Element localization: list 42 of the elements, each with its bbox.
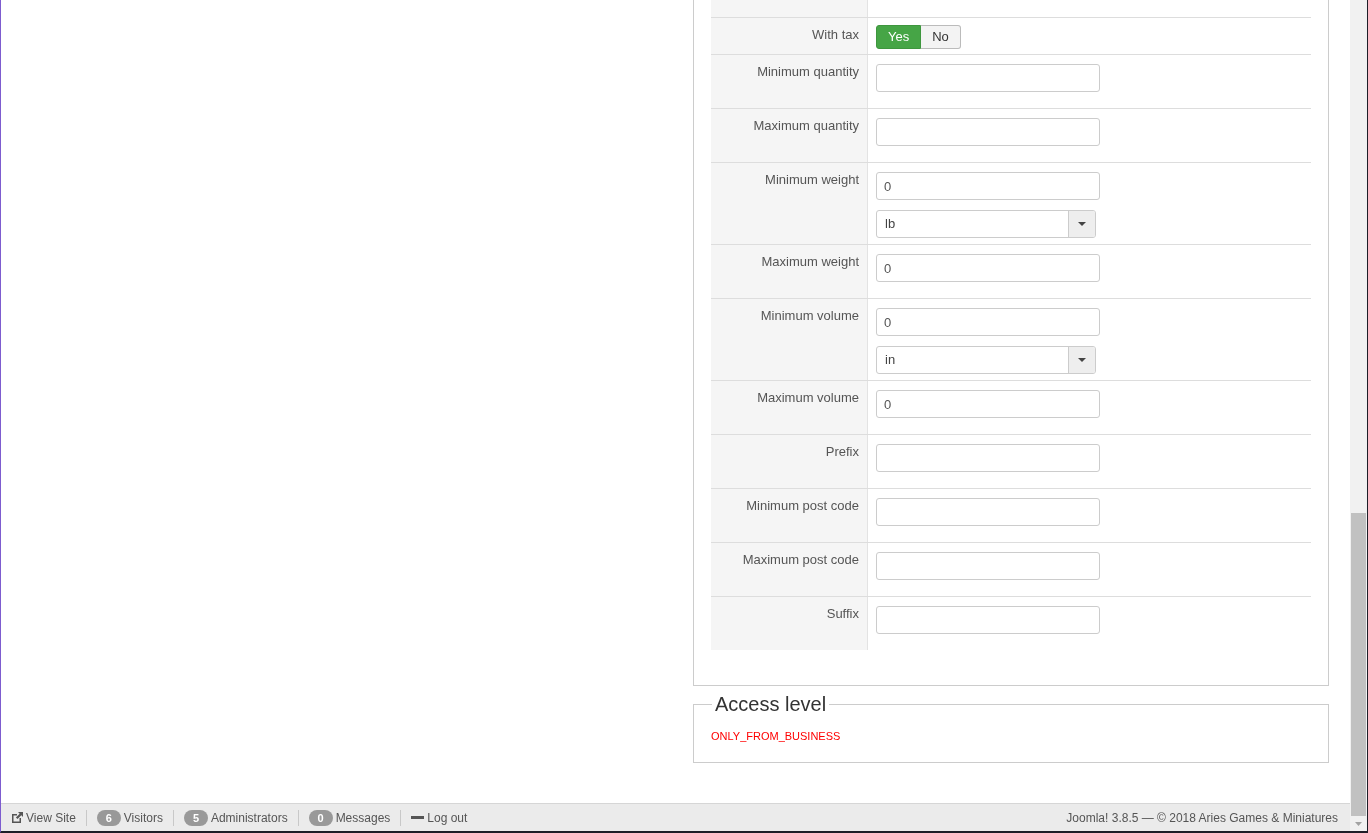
caret-icon <box>1078 222 1086 226</box>
count-badge: 0 <box>308 809 333 826</box>
status-link[interactable]: View Site <box>26 808 76 827</box>
field-label: Minimum weight <box>765 172 859 187</box>
external-link-icon <box>12 812 23 823</box>
field-label: Prefix <box>825 444 859 459</box>
field-label: Minimum volume <box>760 308 859 323</box>
status-link[interactable]: Messages <box>335 808 391 827</box>
section-title: Access level <box>714 692 828 716</box>
field-label: Minimum post code <box>746 498 859 513</box>
text-input[interactable] <box>876 606 1100 634</box>
toggle-option[interactable]: No <box>921 25 961 49</box>
field-label: Maximum post code <box>742 552 859 567</box>
text-input[interactable] <box>876 64 1100 92</box>
text-input[interactable]: 0 <box>876 172 1100 200</box>
count-badge: 6 <box>96 809 121 826</box>
count-badge: 5 <box>183 809 208 826</box>
field-label: Maximum weight <box>761 254 859 269</box>
field-label: Suffix <box>826 606 859 621</box>
text-input[interactable] <box>876 498 1100 526</box>
text-input[interactable] <box>876 552 1100 580</box>
text-input[interactable]: 0 <box>876 308 1100 336</box>
scrollbar-thumb[interactable] <box>1351 513 1366 816</box>
copyright-text: Joomla! 3.8.5 — © 2018 Aries Games & Miniatures <box>1066 809 1338 827</box>
status-link[interactable]: Log out <box>427 808 468 827</box>
field-label: Maximum volume <box>757 390 859 405</box>
field-label: With tax <box>812 27 859 42</box>
scrollbar[interactable] <box>1350 0 1367 831</box>
field-label: Minimum quantity <box>757 64 859 79</box>
status-link[interactable]: Visitors <box>123 808 163 827</box>
text-input[interactable] <box>876 444 1100 472</box>
minus-icon <box>411 816 425 819</box>
scroll-down-icon[interactable] <box>1355 822 1362 826</box>
access-level-text: ONLY_FROM_BUSINESS <box>711 729 842 744</box>
field-label: Maximum quantity <box>753 118 859 133</box>
text-input[interactable] <box>876 118 1100 146</box>
status-link[interactable]: Administrators <box>210 808 288 827</box>
text-input[interactable]: 0 <box>876 390 1100 418</box>
text-input[interactable]: 0 <box>876 254 1100 282</box>
caret-icon <box>1078 358 1086 362</box>
select-field[interactable]: in <box>876 346 1096 374</box>
select-field[interactable]: lb <box>876 210 1096 238</box>
